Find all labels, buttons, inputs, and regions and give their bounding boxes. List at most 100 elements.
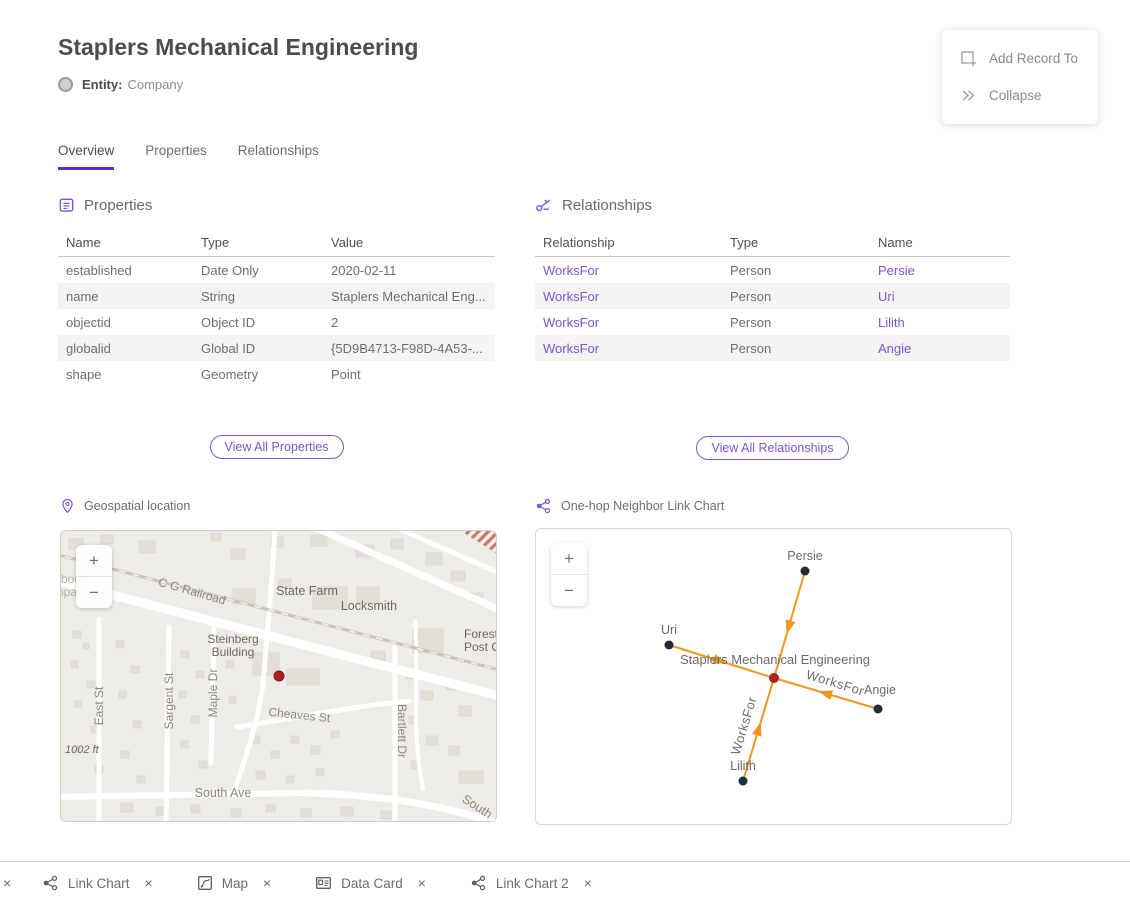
chart-node-uri[interactable] xyxy=(665,641,674,650)
cell-link[interactable]: WorksFor xyxy=(535,335,722,361)
bottom-tab-link-chart[interactable]: Link Chart × xyxy=(42,875,153,891)
link-chart-canvas[interactable]: WorksForWorksForStaplers Mechanical Engi… xyxy=(536,529,1011,824)
geospatial-map[interactable]: rbouropaedicsC G RailroadState FarmLocks… xyxy=(60,530,497,822)
map-label: SteinbergBuilding xyxy=(207,632,258,659)
cell: Person xyxy=(722,335,870,361)
properties-section: Properties Name Type Value establishedDa… xyxy=(58,197,495,459)
cell: Global ID xyxy=(193,335,323,361)
cell: Person xyxy=(722,309,870,335)
tab-relationships[interactable]: Relationships xyxy=(238,143,319,170)
add-record-icon xyxy=(960,50,977,67)
collapse-icon xyxy=(960,87,977,104)
chart-zoom-in-button[interactable]: + xyxy=(551,543,587,574)
cell-link[interactable]: Lilith xyxy=(870,309,1010,335)
col-header: Name xyxy=(870,228,1010,257)
tab-label: Map xyxy=(222,876,248,891)
view-all-properties-button[interactable]: View All Properties xyxy=(210,435,344,459)
entity-type: Company xyxy=(127,77,183,92)
table-row: globalidGlobal ID{5D9B4713-F98D-4A53-... xyxy=(58,335,495,361)
cell: Object ID xyxy=(193,309,323,335)
node-label-company: Staplers Mechanical Engineering xyxy=(680,652,870,667)
map-label: 1002 ft xyxy=(65,744,100,756)
table-row: WorksForPersonPersie xyxy=(535,257,1010,284)
bottom-tab-map[interactable]: Map × xyxy=(197,875,271,891)
cell: 2 xyxy=(323,309,495,335)
tab-overview[interactable]: Overview xyxy=(58,143,114,170)
col-header: Relationship xyxy=(535,228,722,257)
close-icon[interactable]: × xyxy=(584,875,592,891)
entity-row: Entity: Company xyxy=(58,77,183,92)
map-zoom-control: + − xyxy=(76,545,112,608)
cell: Person xyxy=(722,257,870,284)
relationships-section: Relationships Relationship Type Name Wor… xyxy=(535,197,1010,460)
close-icon[interactable]: × xyxy=(263,875,271,891)
close-icon[interactable]: × xyxy=(418,875,426,891)
chart-zoom-control: + − xyxy=(551,543,587,606)
section-title: Relationships xyxy=(562,197,652,214)
tab-label: Link Chart 2 xyxy=(496,876,569,891)
cell-link[interactable]: WorksFor xyxy=(535,309,722,335)
overflow-tab-close-icon[interactable]: × xyxy=(3,875,11,891)
node-label-angie: Angie xyxy=(864,683,896,697)
col-header: Name xyxy=(58,228,193,257)
location-marker[interactable] xyxy=(274,671,284,681)
cell-link[interactable]: Angie xyxy=(870,335,1010,361)
map-label: Sargent St xyxy=(162,672,176,729)
node-label-persie: Persie xyxy=(787,549,822,563)
table-row: WorksForPersonUri xyxy=(535,283,1010,309)
cell-link[interactable]: Persie xyxy=(870,257,1010,284)
view-all-relationships-button[interactable]: View All Relationships xyxy=(696,436,848,460)
map-canvas[interactable]: rbouropaedicsC G RailroadState FarmLocks… xyxy=(61,531,496,821)
map-zoom-in-button[interactable]: + xyxy=(76,545,112,576)
cell: Geometry xyxy=(193,361,323,387)
map-icon xyxy=(197,875,213,891)
cell: {5D9B4713-F98D-4A53-... xyxy=(323,335,495,361)
link-chart-icon xyxy=(470,875,487,891)
map-zoom-out-button[interactable]: − xyxy=(76,576,112,608)
data-card-icon xyxy=(315,875,332,891)
section-title: Properties xyxy=(84,197,152,214)
tab-properties[interactable]: Properties xyxy=(145,143,207,170)
properties-icon xyxy=(58,197,75,214)
cell: objectid xyxy=(58,309,193,335)
cell-link[interactable]: WorksFor xyxy=(535,257,722,284)
cell: Date Only xyxy=(193,257,323,284)
chart-node-persie[interactable] xyxy=(801,567,810,576)
relationships-table: Relationship Type Name WorksForPersonPer… xyxy=(535,228,1010,361)
map-label: East St xyxy=(92,686,106,725)
edge-label: WorksFor xyxy=(728,695,760,757)
cell: name xyxy=(58,283,193,309)
bottom-tab-data-card[interactable]: Data Card × xyxy=(315,875,426,891)
cell: Point xyxy=(323,361,495,387)
chart-zoom-out-button[interactable]: − xyxy=(551,574,587,606)
menu-item-collapse[interactable]: Collapse xyxy=(942,77,1098,114)
geospatial-header: Geospatial location xyxy=(60,498,190,514)
map-pin-icon xyxy=(60,498,75,514)
map-label: South Ave xyxy=(195,786,252,800)
map-label: Bartlett Dr xyxy=(395,704,409,758)
cell-link[interactable]: Uri xyxy=(870,283,1010,309)
table-row: WorksForPersonAngie xyxy=(535,335,1010,361)
menu-item-add-record-to[interactable]: Add Record To xyxy=(942,40,1098,77)
table-row: WorksForPersonLilith xyxy=(535,309,1010,335)
cell-link[interactable]: WorksFor xyxy=(535,283,722,309)
edge-label: WorksFor xyxy=(804,667,866,699)
chart-node-lilith[interactable] xyxy=(739,777,748,786)
map-label: Forest ParPost Offic xyxy=(464,627,496,654)
page-title: Staplers Mechanical Engineering xyxy=(58,34,418,61)
node-label-lilith: Lilith xyxy=(730,759,756,773)
cell: globalid xyxy=(58,335,193,361)
edge-arrow-icon xyxy=(782,619,796,635)
chart-node-company[interactable] xyxy=(769,673,779,683)
table-row: shapeGeometryPoint xyxy=(58,361,495,387)
close-icon[interactable]: × xyxy=(145,875,153,891)
card-tabs: Overview Properties Relationships xyxy=(58,143,319,170)
col-header: Value xyxy=(323,228,495,257)
table-row: nameStringStaplers Mechanical Eng... xyxy=(58,283,495,309)
entity-dot-icon xyxy=(58,77,73,92)
bottom-tab-link-chart-2[interactable]: Link Chart 2 × xyxy=(470,875,592,891)
relationships-icon xyxy=(535,197,553,214)
edge-arrow-icon xyxy=(752,720,766,736)
one-hop-link-chart[interactable]: WorksForWorksForStaplers Mechanical Engi… xyxy=(535,528,1012,825)
chart-node-angie[interactable] xyxy=(874,705,883,714)
